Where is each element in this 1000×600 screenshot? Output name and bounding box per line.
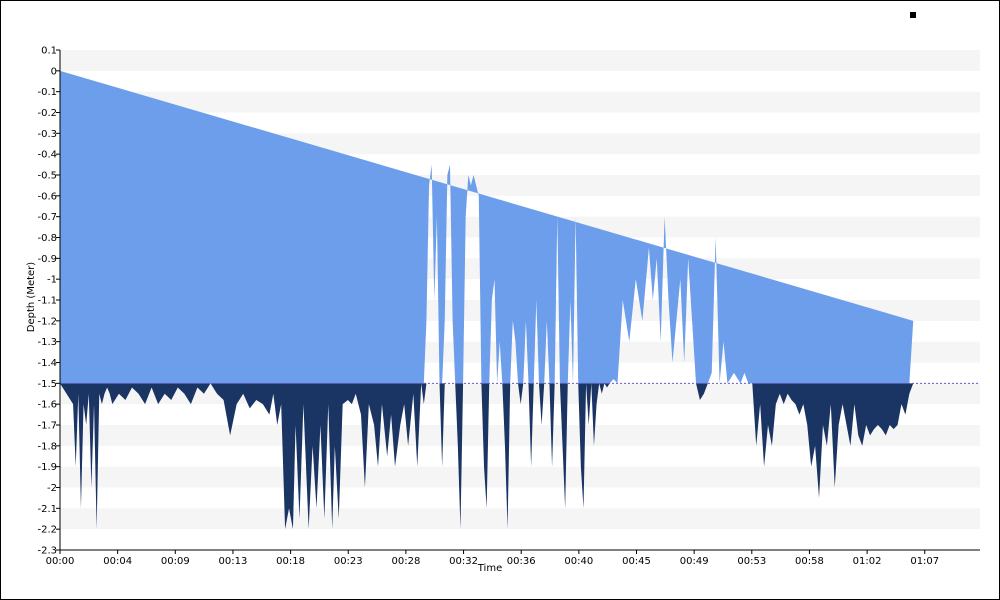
- y-tick-label: -1.6: [37, 400, 57, 411]
- y-tick-label: -1.8: [37, 441, 57, 452]
- x-tick-label: 00:23: [334, 556, 363, 567]
- x-axis-title: Time: [477, 563, 502, 574]
- y-tick-label: -0.4: [37, 150, 57, 161]
- grid-band: [60, 508, 980, 530]
- y-tick-label: -2: [47, 483, 57, 494]
- y-tick-label: 0.1: [41, 46, 57, 57]
- y-tick-label: -1.4: [37, 358, 57, 369]
- y-tick-label: -2.3: [37, 546, 57, 557]
- x-tick-label: 00:28: [391, 556, 420, 567]
- y-tick-label: -0.2: [37, 108, 57, 119]
- y-tick-label: -0.5: [37, 171, 57, 182]
- grid-band: [60, 91, 980, 113]
- y-tick-label: -0.7: [37, 212, 57, 223]
- y-tick-label: -1: [47, 275, 57, 286]
- y-tick-label: -1.9: [37, 462, 57, 473]
- x-tick-label: 01:02: [853, 556, 882, 567]
- y-tick-label: -1.1: [37, 296, 57, 307]
- x-tick-label: 00:40: [564, 556, 593, 567]
- y-tick-label: -0.1: [37, 87, 57, 98]
- x-tick-label: 01:07: [910, 556, 939, 567]
- x-tick-label: 00:04: [103, 556, 132, 567]
- grid-band: [60, 425, 980, 446]
- x-tick-label: 00:58: [795, 556, 824, 567]
- x-tick-label: 00:53: [737, 556, 766, 567]
- x-tick-label: 00:49: [680, 556, 709, 567]
- x-tick-label: 00:36: [507, 556, 536, 567]
- y-tick-label: -1.5: [37, 379, 57, 390]
- depth-chart: 0.1 0 -0.1 -0.2 -0.3 -0.4 -0.5 -0.6 -0.7 -0.8 -0.9…: [26, 46, 980, 574]
- y-tick-label: -1.3: [37, 337, 57, 348]
- y-tick-label: -1.7: [37, 421, 57, 432]
- y-tick-label: 0: [51, 66, 57, 77]
- y-tick-label: -0.8: [37, 233, 57, 244]
- x-tick-label: 00:00: [46, 556, 75, 567]
- x-tick-label: 00:13: [219, 556, 248, 567]
- area-below-reference: [60, 383, 914, 530]
- y-axis-title: Depth (Meter): [26, 262, 37, 333]
- y-tick-label: -0.9: [37, 254, 57, 265]
- grid-band: [60, 466, 980, 488]
- x-tick-label: 00:09: [161, 556, 190, 567]
- y-tick-label: -2.2: [37, 525, 57, 536]
- x-tick-label: 00:45: [622, 556, 651, 567]
- grid-band: [60, 50, 980, 71]
- x-tick-label: 00:18: [276, 556, 305, 567]
- y-tick-label: -0.6: [37, 191, 57, 202]
- x-tick-label: 00:32: [449, 556, 478, 567]
- y-tick-label: -1.2: [37, 316, 57, 327]
- y-tick-label: -0.3: [37, 129, 57, 140]
- y-tick-label: -2.1: [37, 504, 57, 515]
